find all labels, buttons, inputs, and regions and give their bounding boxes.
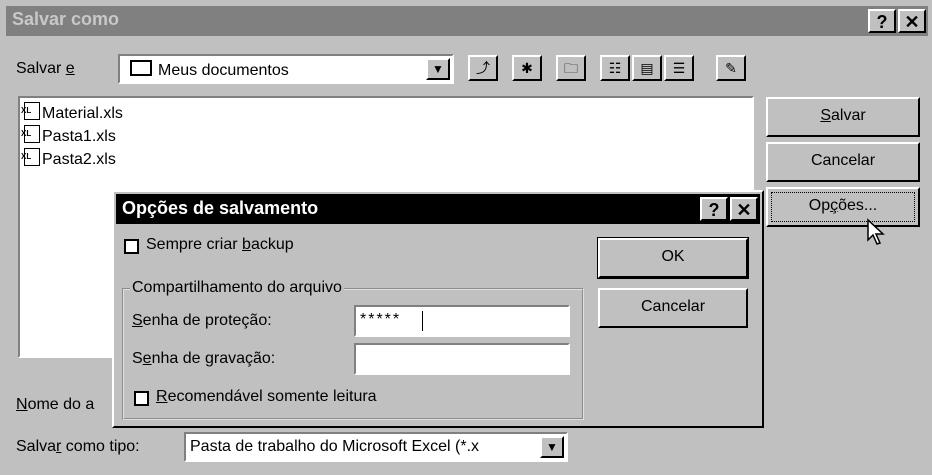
help-button[interactable]: ? <box>868 9 896 33</box>
list-view-icon[interactable]: ☷ <box>600 55 630 81</box>
excel-file-icon <box>21 122 40 145</box>
write-password-input[interactable] <box>354 343 570 375</box>
save-button[interactable]: Salvar <box>766 97 920 137</box>
options-button[interactable]: Opções... <box>766 187 920 227</box>
read-only-label: Recomendável somente leitura <box>156 388 377 405</box>
properties-view-icon[interactable]: ☰ <box>664 55 694 81</box>
write-password-label: Senha de gravação: <box>132 350 276 367</box>
list-item[interactable]: Pasta1.xls <box>21 122 123 148</box>
favorites-icon[interactable]: ✱ <box>512 55 542 81</box>
commands-settings-icon[interactable]: ✎ <box>716 55 746 81</box>
options-cancel-button[interactable]: Cancelar <box>598 288 748 328</box>
text-cursor <box>422 311 423 331</box>
up-one-level-icon[interactable]: ⤴ <box>468 55 498 81</box>
title-bar <box>6 6 928 36</box>
backup-label: Sempre criar backup <box>146 236 294 253</box>
options-close-button[interactable]: ✕ <box>730 197 758 221</box>
window-title: Salvar como <box>12 9 120 29</box>
excel-file-icon <box>21 145 40 168</box>
protection-password-label: Senha de proteção: <box>132 312 272 329</box>
save-in-label: Salvar e <box>16 60 75 77</box>
options-dialog-title: Opções de salvamento <box>122 198 319 218</box>
save-as-type-value: Pasta de trabalho do Microsoft Excel (*.… <box>190 438 480 455</box>
details-view-icon[interactable]: ▤ <box>632 55 662 81</box>
protection-password-value: ***** <box>360 311 402 328</box>
backup-checkbox[interactable] <box>124 239 139 254</box>
options-dialog-titlebar: Opções de salvamento <box>116 194 760 224</box>
new-folder-icon[interactable]: 🗀 <box>556 55 586 81</box>
ok-button[interactable]: OK <box>597 237 749 279</box>
list-item[interactable]: Pasta2.xls <box>21 145 123 171</box>
mouse-cursor-icon <box>867 218 885 245</box>
read-only-checkbox[interactable] <box>134 391 149 406</box>
options-help-button[interactable]: ? <box>700 197 728 221</box>
excel-file-icon <box>21 99 40 122</box>
folder-icon <box>130 60 152 76</box>
location-dropdown[interactable]: Meus documentos ▼ <box>118 54 454 84</box>
cancel-button[interactable]: Cancelar <box>766 142 920 182</box>
location-value: Meus documentos <box>158 62 289 79</box>
file-sharing-group-title: Compartilhamento do arquivo <box>130 279 344 297</box>
save-as-type-label: Salvar como tipo: <box>16 438 140 455</box>
close-button[interactable]: ✕ <box>898 9 926 33</box>
dropdown-arrow-icon[interactable]: ▼ <box>426 58 450 80</box>
dropdown-arrow-icon[interactable]: ▼ <box>540 436 564 458</box>
protection-password-input[interactable]: ***** <box>354 305 570 337</box>
file-name-label: Nome do a <box>16 396 95 413</box>
save-as-type-dropdown[interactable]: Pasta de trabalho do Microsoft Excel (*.… <box>184 432 568 462</box>
list-item[interactable]: Material.xls <box>21 99 123 125</box>
